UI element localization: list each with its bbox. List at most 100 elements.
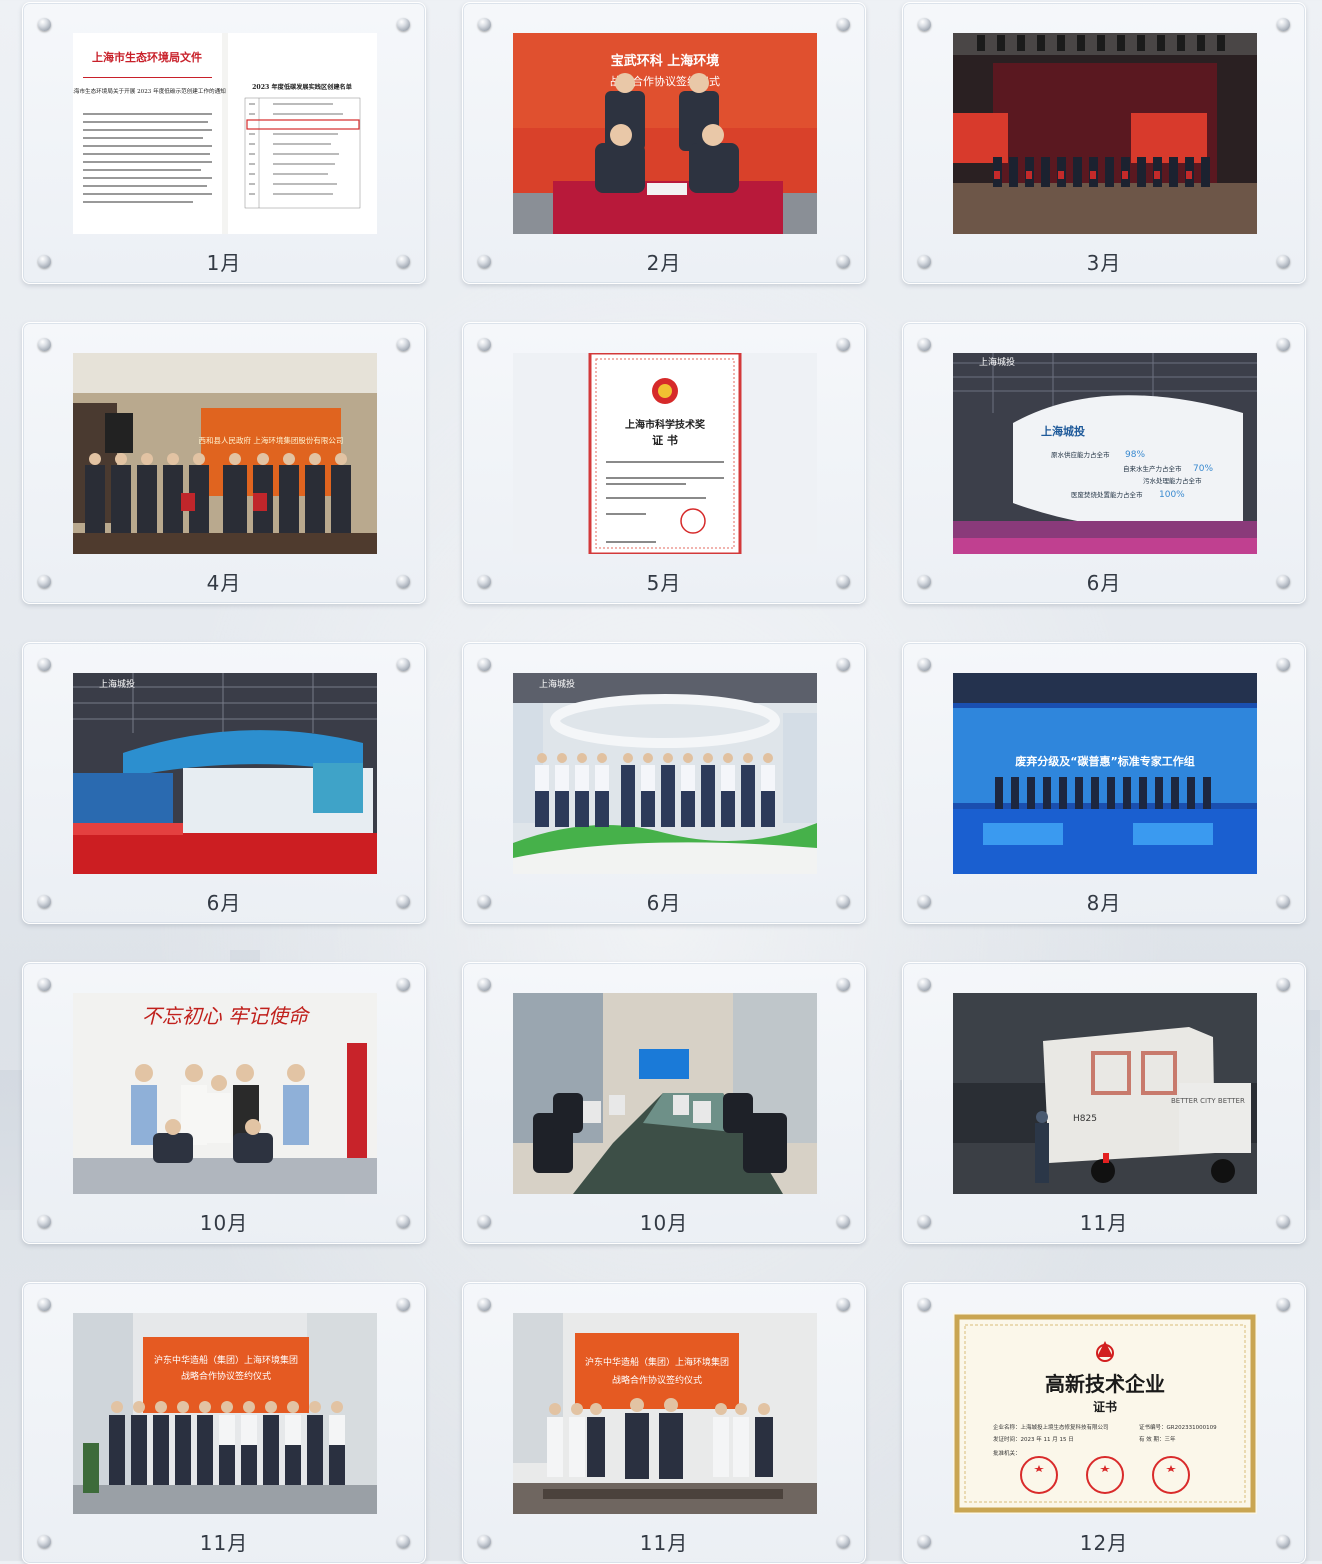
truck-text: BETTER CITY BETTER [1171,1097,1245,1105]
screw-icon [1277,978,1290,991]
month-caption: 10月 [639,1211,689,1235]
gallery-card-aug[interactable]: 废弃分级及“碳普惠”标准专家工作组 8月 [902,642,1306,924]
screw-icon [1277,1298,1290,1311]
gallery-card-feb[interactable]: 宝武环科 上海环境 战略合作协议签约仪式 2月 [462,2,866,284]
screw-icon [918,658,931,671]
month-caption: 11月 [199,1531,249,1555]
screw-icon [38,658,51,671]
expo-stat-2-val: 70% [1193,464,1213,474]
exhibition-hall-photo: 上海城投 [73,673,377,874]
gallery-card-nov-c[interactable]: 沪东中华造船（集团）上海环境集团 战略合作协议签约仪式 11月 [462,1282,866,1564]
screw-icon [38,338,51,351]
screw-icon [38,1298,51,1311]
screw-icon [918,18,931,31]
expo-logo-text: 上海城投 [979,356,1015,368]
expo-stat-3: 污水处理能力占全市 [1143,476,1202,485]
screw-icon [397,18,410,31]
screw-icon [478,338,491,351]
screw-icon [397,338,410,351]
milestone-gallery: 上海市生态环境局文件 上海市生态环境局关于开展 2023 年度低碳示范创建工作的… [0,0,1322,1564]
month-caption: 5月 [646,571,682,595]
gallery-card-jun-b[interactable]: 上海城投 6月 [22,642,426,924]
cert-dec-issuer: 批准机关： [993,1449,1021,1457]
screw-icon [478,1298,491,1311]
gallery-card-jun-c[interactable]: 上海城投 6月 [462,642,866,924]
screw-icon [478,978,491,991]
month-caption: 6月 [646,891,682,915]
screw-icon [1277,18,1290,31]
gallery-card-apr[interactable]: 西和县人民政府 上海环境集团股份有限公司 4月 [22,322,426,604]
screw-icon [837,978,850,991]
screw-icon [918,1298,931,1311]
screw-icon [837,338,850,351]
month-caption: 4月 [206,571,242,595]
stage-expert-group-photo: 废弃分级及“碳普惠”标准专家工作组 [953,673,1257,874]
high-tech-certificate-image: 高新技术企业 证书 企业名称：上海城投上境生态修复科技有限公司 证书编号：GR2… [953,1313,1257,1514]
banner-nov-text-2: 战略合作协议签约仪式 [612,1374,702,1386]
screw-icon [1277,658,1290,671]
screw-icon [837,1298,850,1311]
cert-dec-sub: 证书 [1093,1399,1117,1414]
month-caption: 10月 [199,1211,249,1235]
month-caption: 8月 [1086,891,1122,915]
banner-nov-text: 沪东中华造船（集团）上海环境集团 [585,1356,729,1368]
screw-icon [478,18,491,31]
gallery-card-jan[interactable]: 上海市生态环境局文件 上海市生态环境局关于开展 2023 年度低碳示范创建工作的… [22,2,426,284]
screw-icon [837,18,850,31]
month-caption: 12月 [1079,1531,1129,1555]
banner-apr-text: 西和县人民政府 上海环境集团股份有限公司 [199,435,344,445]
handshake-photo: 沪东中华造船（集团）上海环境集团 战略合作协议签约仪式 [513,1313,817,1514]
award-certificate-image: 上海市科学技术奖 证 书 [513,353,817,554]
cert-may-title: 上海市科学技术奖 [625,418,706,431]
meeting-room-photo [513,993,817,1194]
gallery-card-dec[interactable]: 高新技术企业 证书 企业名称：上海城投上境生态修复科技有限公司 证书编号：GR2… [902,1282,1306,1564]
cert-dec-company: 企业名称：上海城投上境生态修复科技有限公司 [993,1423,1109,1431]
gallery-card-may[interactable]: 上海市科学技术奖 证 书 5月 [462,322,866,604]
gallery-card-oct-a[interactable]: 不忘初心 牢记使命 10月 [22,962,426,1244]
banner-nov-text: 沪东中华造船（集团）上海环境集团 [154,1354,298,1366]
gallery-card-oct-b[interactable]: 10月 [462,962,866,1244]
document-notice-image: 上海市生态环境局文件 上海市生态环境局关于开展 2023 年度低碳示范创建工作的… [73,33,377,234]
expo-stat-2: 自来水生产力占全市 [1123,464,1182,473]
screw-icon [397,978,410,991]
month-caption: 3月 [1086,251,1122,275]
truck-plate-text: H825 [1073,1114,1097,1124]
screw-icon [38,978,51,991]
screw-icon [837,658,850,671]
screw-icon [1277,338,1290,351]
banner-feb-text: 宝武环科 上海环境 [611,53,720,69]
party-signing-photo: 不忘初心 牢记使命 [73,993,377,1194]
month-caption: 11月 [639,1531,689,1555]
gallery-card-jun-a[interactable]: 上海城投 上海城投 原水供应能力占全市 98% 自来水生产力占全市 70% 污水… [902,322,1306,604]
doc-header-text: 上海市生态环境局文件 [92,50,202,64]
expo-stat-4-val: 100% [1159,490,1185,500]
banner-nov-text-2: 战略合作协议签约仪式 [181,1370,271,1382]
stage-award-photo [953,33,1257,234]
month-caption: 11月 [1079,1211,1129,1235]
expo-stat-1: 原水供应能力占全市 [1051,450,1110,459]
slogan-oct-text: 不忘初心 牢记使命 [142,1004,311,1028]
expo-stat-1-val: 98% [1125,450,1145,460]
gallery-card-nov-a[interactable]: BETTER CITY BETTER H825 11月 [902,962,1306,1244]
booth-group-photo: 上海城投 [513,673,817,874]
screw-icon [918,338,931,351]
cert-dec-title: 高新技术企业 [1045,1372,1165,1396]
screw-icon [397,1298,410,1311]
group-signing-photo: 西和县人民政府 上海环境集团股份有限公司 [73,353,377,554]
screw-icon [478,658,491,671]
month-caption: 1月 [206,251,242,275]
doc-list-title-text: 2023 年度低碳发展实践区创建名单 [252,83,353,91]
expo-logo-text: 上海城投 [99,678,135,690]
gallery-card-mar[interactable]: 3月 [902,2,1306,284]
screw-icon [918,978,931,991]
doc-title-text: 上海市生态环境局关于开展 2023 年度低碳示范创建工作的通知 [73,87,226,95]
signing-ceremony-photo: 宝武环科 上海环境 战略合作协议签约仪式 [513,33,817,234]
gallery-card-nov-b[interactable]: 沪东中华造船（集团）上海环境集团 战略合作协议签约仪式 11月 [22,1282,426,1564]
cert-may-sub: 证 书 [652,433,678,447]
cert-dec-date: 发证时间：2023 年 11 月 15 日 [993,1435,1074,1443]
expo-logo-text: 上海城投 [539,678,575,690]
expo-logo-text-2: 上海城投 [1041,424,1085,438]
month-caption: 2月 [646,251,682,275]
month-caption: 6月 [206,891,242,915]
month-caption: 6月 [1086,571,1122,595]
